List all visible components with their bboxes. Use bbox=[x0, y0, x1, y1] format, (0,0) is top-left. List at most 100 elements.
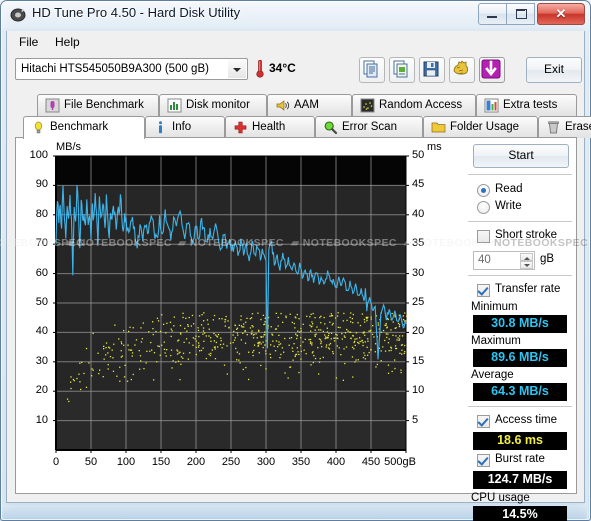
download-button[interactable] bbox=[479, 57, 505, 83]
tab-erase[interactable]: Erase bbox=[538, 116, 591, 138]
folder-icon bbox=[431, 122, 446, 133]
tab-file-benchmark[interactable]: File Benchmark bbox=[37, 94, 159, 116]
download-arrow-icon bbox=[481, 59, 501, 79]
y2-axis-tick: 10 bbox=[412, 384, 425, 397]
y-axis-tick: 60 bbox=[35, 266, 48, 279]
x-axis-tick: 400 bbox=[326, 456, 346, 468]
window-controls: ✕ bbox=[478, 3, 585, 25]
tab-random-access[interactable]: Random Access bbox=[352, 94, 476, 116]
tab-aam[interactable]: AAM bbox=[267, 94, 352, 116]
y2-axis-tick: 15 bbox=[412, 354, 425, 367]
tab-label: Benchmark bbox=[50, 121, 109, 133]
y2-axis-tick: 35 bbox=[412, 237, 425, 250]
exit-button[interactable]: Exit bbox=[526, 57, 582, 83]
y-axis-tick: 90 bbox=[35, 178, 48, 191]
burst-rate-checkbox[interactable] bbox=[477, 454, 490, 467]
tab-health[interactable]: Health bbox=[225, 116, 315, 138]
stepper-down-icon[interactable] bbox=[520, 261, 533, 269]
toolbar: Hitachi HTS545050B9A300 (500 gB) 34°C Ex… bbox=[7, 53, 584, 87]
stepper-up-icon[interactable] bbox=[520, 253, 533, 261]
bulb-icon bbox=[34, 121, 43, 134]
trash-icon bbox=[548, 121, 559, 134]
random-access-icon bbox=[360, 98, 375, 113]
transfer-rate-checkbox[interactable] bbox=[477, 284, 490, 297]
tab-label: Error Scan bbox=[342, 121, 397, 133]
tab-label: Extra tests bbox=[503, 99, 558, 111]
client-area: File Help Hitachi HTS545050B9A300 (500 g… bbox=[0, 31, 591, 521]
cpu-usage-value: 14.5% bbox=[473, 506, 567, 521]
y2-axis-tick: 50 bbox=[412, 149, 425, 161]
read-radio[interactable] bbox=[477, 184, 490, 197]
tab-label: Disk monitor bbox=[186, 99, 250, 111]
red-cross-icon bbox=[234, 121, 247, 134]
tab-label: AAM bbox=[294, 99, 319, 111]
chevron-down-icon[interactable] bbox=[228, 60, 246, 78]
read-label: Read bbox=[495, 183, 523, 195]
tab-disk-monitor[interactable]: Disk monitor bbox=[159, 94, 267, 116]
tab-row-primary: Benchmark Info Health Error Scan Folder … bbox=[15, 116, 591, 139]
access-time-label: Access time bbox=[495, 414, 557, 426]
maximize-button[interactable] bbox=[507, 3, 535, 25]
burst-rate-label: Burst rate bbox=[495, 453, 545, 465]
minimize-button[interactable] bbox=[478, 3, 507, 25]
copy-image-icon bbox=[393, 60, 408, 78]
window-title: HD Tune Pro 4.50 - Hard Disk Utility bbox=[32, 5, 241, 20]
write-label: Write bbox=[495, 200, 522, 212]
tab-label: Health bbox=[252, 121, 286, 133]
folder-button[interactable] bbox=[449, 57, 475, 83]
write-radio[interactable] bbox=[477, 201, 490, 214]
info-icon bbox=[159, 121, 162, 134]
thermometer-icon bbox=[256, 60, 264, 78]
x-axis-tick: 0 bbox=[52, 456, 60, 468]
access-time-value: 18.6 ms bbox=[473, 432, 567, 450]
copy-text-button[interactable] bbox=[359, 57, 385, 83]
tab-error-scan[interactable]: Error Scan bbox=[315, 116, 423, 138]
y2-axis-tick: 30 bbox=[412, 266, 425, 279]
close-icon: ✕ bbox=[555, 6, 567, 21]
copy-image-button[interactable] bbox=[389, 57, 415, 83]
x-axis-tick: 150 bbox=[151, 456, 171, 468]
tab-benchmark[interactable]: Benchmark bbox=[23, 116, 145, 139]
y-axis-tick: 50 bbox=[35, 296, 48, 308]
start-button[interactable]: Start bbox=[473, 144, 569, 168]
menu-file[interactable]: File bbox=[13, 34, 44, 50]
tab-label: File Benchmark bbox=[64, 99, 144, 111]
save-button[interactable] bbox=[419, 57, 445, 83]
disk-monitor-icon bbox=[167, 98, 182, 113]
tab-extra-tests[interactable]: Extra tests bbox=[476, 94, 577, 116]
temperature-value: 34°C bbox=[269, 61, 296, 75]
short-stroke-label: Short stroke bbox=[495, 229, 557, 241]
benchmark-pane: MB/s ms 10 20 30 40 50 60 70 80 90 100 5 10 15 20 25 3… bbox=[0, 138, 588, 521]
short-stroke-input[interactable]: 40 bbox=[473, 251, 535, 270]
gold-hand-icon bbox=[453, 60, 469, 75]
y-axis-tick: 10 bbox=[35, 413, 48, 426]
maximum-label: Maximum bbox=[471, 335, 521, 347]
title-bar[interactable]: HD Tune Pro 4.50 - Hard Disk Utility ✕ bbox=[0, 0, 591, 30]
average-label: Average bbox=[471, 369, 514, 381]
tab-folder-usage[interactable]: Folder Usage bbox=[423, 116, 538, 138]
tab-info[interactable]: Info bbox=[145, 116, 225, 138]
x-axis-tick: 300 bbox=[256, 456, 276, 468]
tab-row-secondary: File Benchmark Disk monitor AAM Random A… bbox=[15, 94, 577, 116]
y2-axis-tick: 25 bbox=[412, 296, 425, 308]
copy-document-icon bbox=[363, 60, 378, 78]
tab-label: Folder Usage bbox=[450, 121, 520, 133]
floppy-disk-icon bbox=[423, 61, 439, 77]
x-axis-tick: 350 bbox=[291, 456, 311, 468]
short-stroke-checkbox[interactable] bbox=[477, 230, 490, 243]
y-axis-tick: 80 bbox=[35, 207, 48, 220]
transfer-rate-label: Transfer rate bbox=[495, 283, 561, 295]
drive-select-value: Hitachi HTS545050B9A300 (500 gB) bbox=[21, 63, 209, 75]
y-axis-tick: 40 bbox=[35, 325, 48, 338]
close-button[interactable]: ✕ bbox=[537, 3, 585, 25]
y2-axis-tick: 5 bbox=[412, 413, 419, 426]
maximum-value: 89.6 MB/s bbox=[473, 349, 567, 367]
menu-help[interactable]: Help bbox=[49, 34, 86, 50]
access-time-checkbox[interactable] bbox=[477, 415, 490, 428]
menu-bar: File Help bbox=[7, 31, 584, 53]
short-stroke-unit: gB bbox=[540, 253, 555, 265]
magnifier-icon bbox=[324, 121, 338, 135]
x-axis-tick: 250 bbox=[221, 456, 241, 468]
cpu-usage-label: CPU usage bbox=[471, 492, 530, 504]
drive-select[interactable]: Hitachi HTS545050B9A300 (500 gB) bbox=[15, 58, 248, 80]
